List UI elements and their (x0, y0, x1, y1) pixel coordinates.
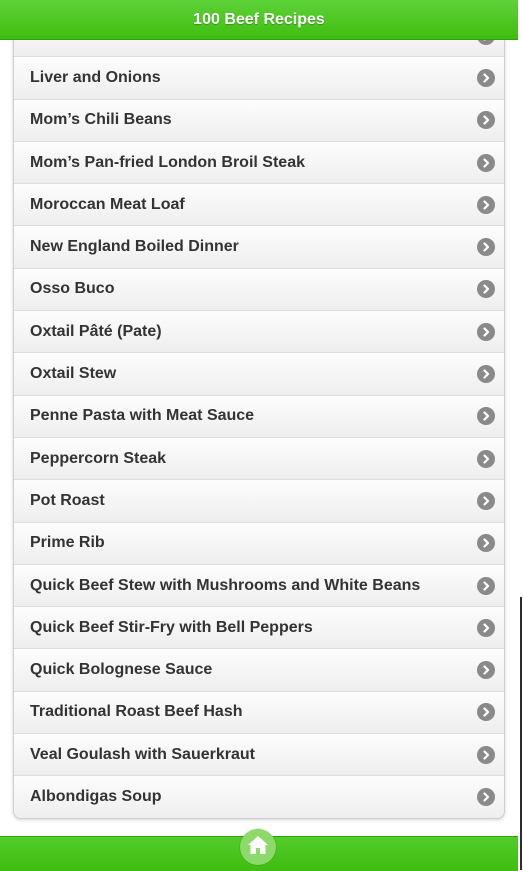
chevron-right-icon (477, 195, 495, 214)
list-item[interactable]: Quick Beef Stir-Fry with Bell Peppers (14, 607, 504, 650)
list-item-label: Prime Rib (30, 534, 105, 552)
app-header: 100 Beef Recipes (0, 0, 518, 40)
chevron-right-icon (477, 618, 495, 637)
list-item-label: Veal Goulash with Sauerkraut (30, 745, 255, 763)
list-item[interactable]: Mom’s Pan-fried London Broil Steak (14, 141, 504, 185)
list-item-label: Mom’s Pan-fried London Broil Steak (30, 153, 305, 171)
chevron-right-icon (477, 68, 495, 87)
list-item-label: New England Boiled Dinner (30, 238, 239, 256)
list-item[interactable]: Mom’s Chili Beans (14, 99, 504, 142)
list-item-label: Quick Beef Stew with Mushrooms and White… (30, 576, 421, 594)
list-item[interactable]: Moroccan Meat Loaf (14, 184, 504, 227)
list-item[interactable]: Liver and Onions (14, 57, 504, 100)
list-item-label: Quick Beef Stir-Fry with Bell Peppers (30, 618, 313, 636)
scrollbar-track (520, 597, 522, 870)
list-item[interactable]: Veal Goulash with Sauerkraut (14, 734, 504, 777)
list-item-label: Mom’s Chili Beans (30, 111, 172, 129)
chevron-right-icon (477, 787, 495, 806)
chevron-right-icon (477, 111, 495, 130)
chevron-right-icon (477, 534, 495, 553)
list-item[interactable]: Peppercorn Steak (14, 437, 504, 481)
list-item-label: Osso Buco (30, 280, 115, 298)
chevron-right-icon (477, 661, 495, 680)
list-item[interactable]: Traditional Roast Beef Hash (14, 691, 504, 735)
list-item-label: Albondigas Soup (30, 787, 162, 805)
list-item[interactable]: Penne Pasta with Meat Sauce (14, 395, 504, 438)
list-item-label: Oxtail Pâté (Pate) (30, 322, 162, 340)
list-item-label: Moroccan Meat Loaf (30, 195, 185, 213)
list-item-label: Pot Roast (30, 491, 105, 509)
list-item-label: Peppercorn Steak (30, 449, 167, 467)
list-item[interactable]: Oxtail Stew (14, 353, 504, 396)
chevron-right-icon (477, 449, 495, 468)
list-item-label: Penne Pasta with Meat Sauce (30, 407, 255, 425)
chevron-right-icon (477, 407, 495, 426)
home-icon (246, 834, 270, 861)
list-item[interactable]: Albondigas Soup (14, 776, 504, 818)
list-item-label: Quick Bolognese Sauce (30, 661, 213, 679)
list-item-label: Traditional Roast Beef Hash (30, 703, 243, 721)
chevron-right-icon (477, 365, 495, 384)
recipe-list: Italian Pot Roast Liver and Onions Mom’s… (13, 14, 505, 819)
list-item-label: Oxtail Stew (30, 365, 117, 383)
list-item[interactable]: Prime Rib (14, 522, 504, 565)
chevron-right-icon (477, 703, 495, 722)
chevron-right-icon (477, 238, 495, 257)
chevron-right-icon (477, 280, 495, 299)
chevron-right-icon (477, 745, 495, 764)
list-item[interactable]: Osso Buco (14, 268, 504, 312)
chevron-right-icon (477, 153, 495, 172)
list-item-label: Liver and Onions (30, 68, 161, 86)
list-item[interactable]: Quick Beef Stew with Mushrooms and White… (14, 564, 504, 608)
page-title: 100 Beef Recipes (193, 10, 325, 28)
list-item[interactable]: Pot Roast (14, 480, 504, 523)
chevron-right-icon (477, 576, 495, 595)
list-item[interactable]: New England Boiled Dinner (14, 226, 504, 269)
home-button[interactable] (240, 829, 276, 865)
chevron-right-icon (477, 322, 495, 341)
list-item[interactable]: Quick Bolognese Sauce (14, 649, 504, 692)
list-item[interactable]: Oxtail Pâté (Pate) (14, 311, 504, 354)
chevron-right-icon (477, 491, 495, 510)
